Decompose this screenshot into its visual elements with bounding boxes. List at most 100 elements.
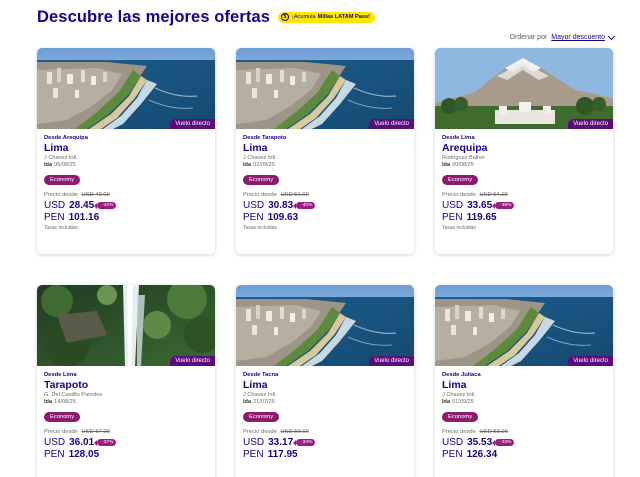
origin-label: Desde Lima: [442, 135, 475, 141]
discount-badge: -37%: [94, 439, 117, 446]
pen-currency: PEN: [44, 449, 65, 460]
date-label: Ida: [442, 162, 451, 168]
airport-name: G. Del Castillo Paredes: [44, 392, 103, 398]
departure-date: Ida 01/09/25: [442, 399, 606, 405]
departure-date: Ida 20/08/25: [442, 162, 606, 168]
promo-text: ¡Acumula: [292, 14, 316, 20]
direct-flight-badge: Vuelo directo: [369, 356, 414, 366]
pen-price: PEN 119.65: [442, 212, 606, 223]
usd-amount: 30.83: [268, 200, 294, 211]
airport-name: J Chavez Intl.: [442, 392, 476, 398]
price-from-label: Precio desde: [44, 429, 78, 435]
page-header: Descubre las mejores ofertas $ ¡Acumula …: [37, 6, 624, 28]
taxes-note: Tasas incluidas: [442, 225, 476, 231]
pen-currency: PEN: [243, 449, 264, 460]
miles-icon: $: [281, 13, 289, 21]
sort-dropdown[interactable]: Mayor descuento: [551, 32, 616, 41]
offer-card[interactable]: Vuelo directo Desde Arequipa Lima J Chav…: [37, 48, 215, 254]
pen-price: PEN 101.16: [44, 212, 208, 223]
pen-price: PEN 117.95: [243, 449, 407, 460]
usd-amount: 36.01: [69, 437, 95, 448]
destination-photo: Vuelo directo: [435, 48, 613, 129]
pen-amount: 126.34: [466, 449, 498, 460]
pen-amount: 109.63: [267, 212, 299, 223]
taxes-note: Tasas incluidas: [44, 225, 78, 231]
destination-photo: Vuelo directo: [435, 285, 613, 366]
date-value: 01/09/25: [452, 399, 474, 405]
price-from-label: Precio desde: [442, 192, 476, 198]
departure-date: Ida 02/09/25: [243, 162, 407, 168]
cabin-class-badge: Economy: [44, 175, 81, 185]
usd-price: USD 30.83 -40%: [243, 200, 407, 211]
price-from: Precio desde USD 53.00: [442, 429, 606, 435]
usd-price: USD 35.53 -33%: [442, 437, 606, 448]
date-value: 21/07/25: [253, 399, 275, 405]
date-label: Ida: [243, 162, 252, 168]
date-label: Ida: [44, 399, 53, 405]
pen-currency: PEN: [442, 212, 463, 223]
pen-price: PEN 109.63: [243, 212, 407, 223]
discount-badge: -33%: [492, 439, 515, 446]
sort-control: Ordenar por Mayor descuento: [509, 32, 616, 41]
offer-card[interactable]: Vuelo directo Desde Lima Tarapoto G. Del…: [37, 285, 215, 477]
offer-card[interactable]: Vuelo directo Desde Tacna Lima J Chavez …: [236, 285, 414, 477]
destination-name: Lima: [243, 142, 268, 154]
cabin-class-badge: Economy: [442, 175, 479, 185]
page-title: Descubre las mejores ofertas: [37, 7, 270, 26]
discount-badge: -38%: [492, 202, 515, 209]
direct-flight-badge: Vuelo directo: [568, 119, 613, 129]
usd-amount: 33.17: [268, 437, 294, 448]
price-from: Precio desde USD 51.00: [243, 192, 407, 198]
usd-currency: USD: [44, 200, 66, 211]
origin-label: Desde Tarapoto: [243, 135, 287, 141]
destination-name: Tarapoto: [44, 379, 89, 391]
date-label: Ida: [44, 162, 53, 168]
destination-photo: Vuelo directo: [37, 285, 215, 366]
direct-flight-badge: Vuelo directo: [170, 119, 215, 129]
departure-date: Ida 06/08/25: [44, 162, 208, 168]
offer-card[interactable]: Vuelo directo Desde Lima Arequipa Rodrig…: [435, 48, 613, 254]
sort-selected-value[interactable]: Mayor descuento: [551, 34, 605, 41]
price-from-label: Precio desde: [243, 429, 277, 435]
origin-label: Desde Arequipa: [44, 135, 88, 141]
old-price: USD 49.00: [81, 192, 110, 198]
destination-name: Lima: [44, 142, 69, 154]
pen-amount: 101.16: [68, 212, 100, 223]
direct-flight-badge: Vuelo directo: [369, 119, 414, 129]
date-value: 20/08/25: [452, 162, 474, 168]
discount-badge: -40%: [293, 202, 316, 209]
offer-card[interactable]: Vuelo directo Desde Tarapoto Lima J Chav…: [236, 48, 414, 254]
cabin-class-badge: Economy: [243, 412, 280, 422]
offer-card[interactable]: Vuelo directo Desde Juliaca Lima J Chave…: [435, 285, 613, 477]
pen-price: PEN 128.05: [44, 449, 208, 460]
cabin-class-badge: Economy: [442, 412, 479, 422]
date-label: Ida: [243, 399, 252, 405]
origin-label: Desde Juliaca: [442, 372, 481, 378]
usd-currency: USD: [442, 437, 464, 448]
destination-photo: Vuelo directo: [236, 285, 414, 366]
usd-price: USD 33.65 -38%: [442, 200, 606, 211]
price-from: Precio desde USD 49.00: [44, 192, 208, 198]
pen-currency: PEN: [243, 212, 264, 223]
usd-amount: 33.65: [467, 200, 493, 211]
usd-currency: USD: [243, 200, 265, 211]
price-from: Precio desde USD 54.00: [442, 192, 606, 198]
date-label: Ida: [442, 399, 451, 405]
chevron-down-icon[interactable]: [607, 32, 616, 40]
pen-amount: 128.05: [68, 449, 100, 460]
date-value: 06/08/25: [54, 162, 76, 168]
airport-name: J Chavez Intl.: [44, 155, 78, 161]
price-from: Precio desde USD 50.00: [243, 429, 407, 435]
date-value: 14/08/25: [54, 399, 76, 405]
airport-name: Rodriguez Ballon: [442, 155, 485, 161]
old-price: USD 50.00: [280, 429, 309, 435]
old-price: USD 57.00: [81, 429, 110, 435]
pen-currency: PEN: [442, 449, 463, 460]
price-from-label: Precio desde: [44, 192, 78, 198]
usd-amount: 28.45: [69, 200, 95, 211]
latam-pass-promo-badge: $ ¡Acumula Millas LATAM Pass!: [278, 11, 375, 23]
discount-badge: -42%: [94, 202, 117, 209]
direct-flight-badge: Vuelo directo: [170, 356, 215, 366]
sort-label: Ordenar por: [509, 34, 548, 41]
pen-price: PEN 126.34: [442, 449, 606, 460]
